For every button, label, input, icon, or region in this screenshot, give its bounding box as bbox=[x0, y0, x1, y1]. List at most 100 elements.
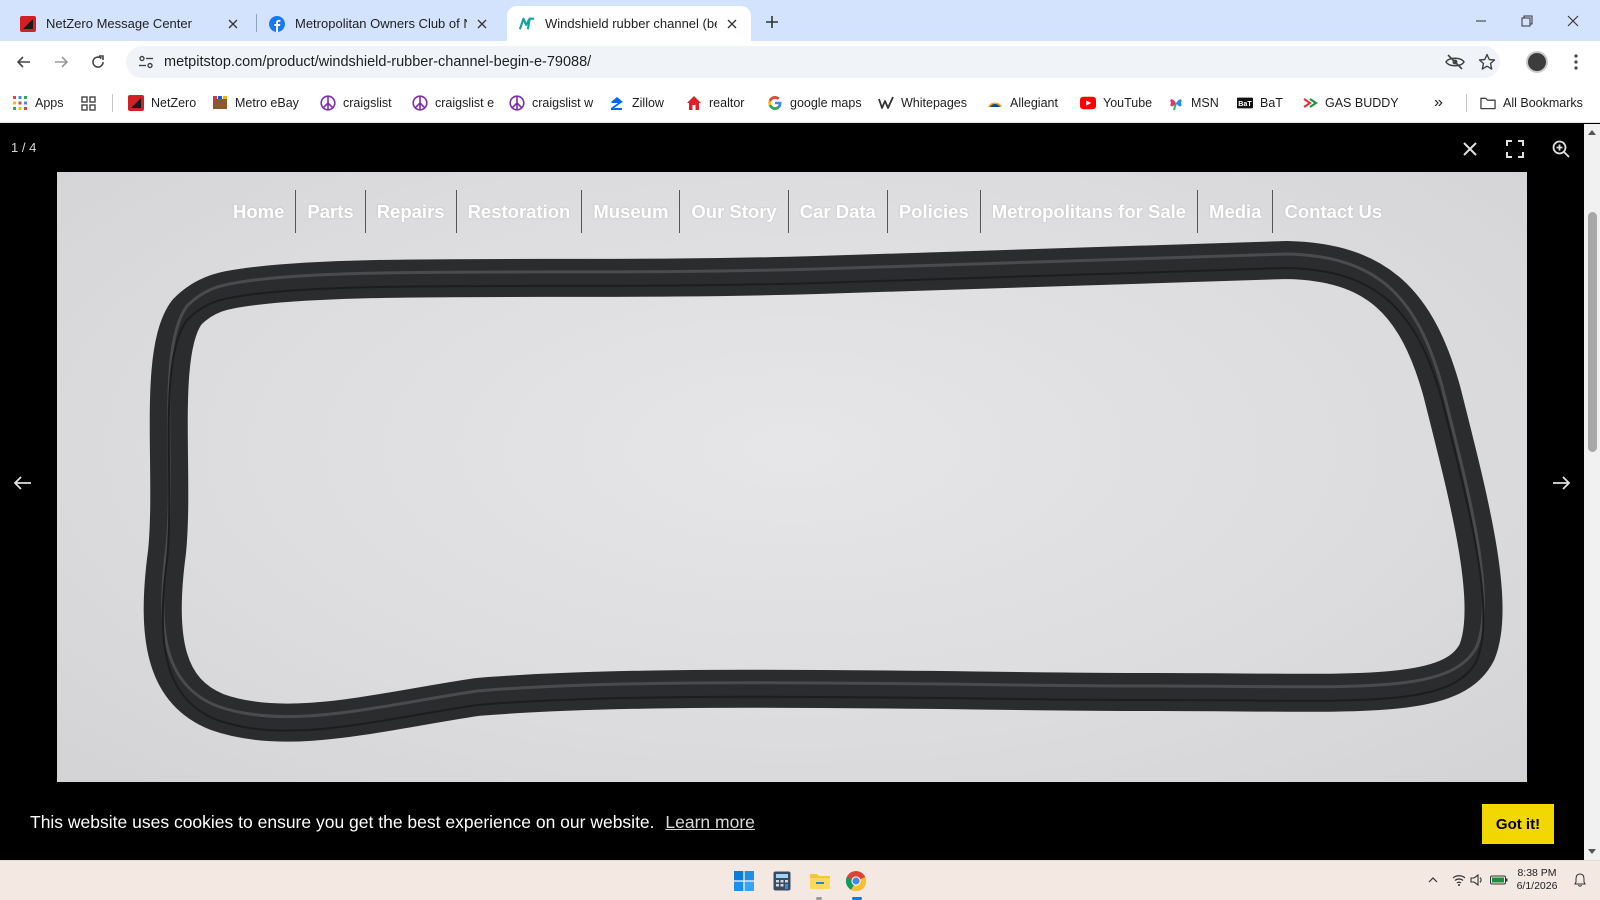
bookmark-zillow[interactable]: Zillow bbox=[609, 93, 664, 113]
bookmark-label: Apps bbox=[35, 96, 64, 110]
reload-button[interactable] bbox=[84, 48, 112, 76]
bookmark-gas-buddy[interactable]: GAS BUDDY bbox=[1302, 93, 1399, 113]
file-explorer-icon[interactable] bbox=[805, 866, 835, 896]
new-tab-button[interactable] bbox=[760, 10, 784, 34]
calculator-icon[interactable] bbox=[767, 866, 797, 896]
lightbox-close-button[interactable] bbox=[1455, 134, 1485, 164]
eye-slash-icon[interactable] bbox=[1444, 51, 1466, 73]
fullscreen-button[interactable] bbox=[1500, 134, 1530, 164]
site-navigation: Home Parts Repairs Restoration Museum Ou… bbox=[222, 190, 1393, 233]
wifi-icon[interactable] bbox=[1450, 871, 1468, 889]
bookmark-metro-ebay[interactable]: Metro eBay bbox=[212, 93, 299, 113]
page-scrollbar[interactable] bbox=[1584, 124, 1600, 860]
apps-grid-icon bbox=[12, 95, 28, 111]
bookmark-realtor[interactable]: realtor bbox=[686, 93, 744, 113]
msn-icon bbox=[1168, 95, 1184, 111]
bookmark-label: craigslist w bbox=[532, 96, 594, 110]
minimize-button[interactable] bbox=[1458, 0, 1504, 41]
more-bookmarks-chevron-icon[interactable]: » bbox=[1434, 93, 1443, 113]
notification-bell-icon[interactable] bbox=[1571, 871, 1589, 889]
image-lightbox: 1 / 4 Home Parts Repairs Restoration Mus… bbox=[0, 124, 1584, 860]
fullscreen-icon bbox=[1506, 140, 1524, 158]
chrome-icon[interactable] bbox=[841, 866, 871, 896]
bookmark-label: Metro eBay bbox=[235, 96, 299, 110]
windows-taskbar: 8:38 PM 6/1/2026 bbox=[0, 860, 1600, 900]
back-button[interactable] bbox=[10, 48, 38, 76]
cookie-message: This website uses cookies to ensure you … bbox=[30, 812, 755, 833]
cookie-message-text: This website uses cookies to ensure you … bbox=[30, 812, 655, 832]
site-info-icon[interactable] bbox=[134, 50, 158, 74]
bookmark-google-maps[interactable]: google maps bbox=[767, 93, 862, 113]
bookmark-star-icon[interactable] bbox=[1476, 51, 1498, 73]
bookmarks-divider bbox=[1466, 94, 1467, 112]
windshield-gasket-image bbox=[143, 241, 1503, 742]
bookmark-label: Zillow bbox=[632, 96, 664, 110]
nav-restoration[interactable]: Restoration bbox=[455, 190, 582, 233]
bookmark-bat[interactable]: BaT BaT bbox=[1237, 93, 1283, 113]
nav-home[interactable]: Home bbox=[222, 190, 295, 233]
tab-netzero[interactable]: NetZero Message Center bbox=[8, 6, 252, 41]
bookmark-craigslist-w[interactable]: craigslist w bbox=[509, 93, 593, 113]
back-arrow-icon bbox=[16, 56, 30, 68]
scroll-up-icon[interactable] bbox=[1584, 124, 1600, 140]
bookmark-whitepages[interactable]: Whitepages bbox=[878, 93, 967, 113]
allegiant-icon bbox=[987, 95, 1003, 111]
nav-car-data[interactable]: Car Data bbox=[787, 190, 887, 233]
bookmark-msn[interactable]: MSN bbox=[1168, 93, 1219, 113]
bookmark-label: BaT bbox=[1260, 96, 1283, 110]
tab-metpitstop-active[interactable]: Windshield rubber channel (beg bbox=[507, 6, 751, 41]
nav-our-story[interactable]: Our Story bbox=[679, 190, 787, 233]
bookmark-netzero[interactable]: NetZero bbox=[128, 93, 196, 113]
start-icon[interactable] bbox=[729, 866, 759, 896]
arrow-right-icon bbox=[1553, 476, 1570, 490]
close-tab-icon[interactable] bbox=[224, 15, 242, 33]
bookmark-youtube[interactable]: YouTube bbox=[1080, 93, 1152, 113]
close-icon bbox=[1463, 142, 1477, 156]
youtube-icon bbox=[1080, 95, 1096, 111]
profile-avatar[interactable] bbox=[1526, 51, 1548, 73]
bookmark-label: All Bookmarks bbox=[1503, 96, 1583, 110]
bookmark-apps[interactable]: Apps bbox=[12, 93, 64, 113]
bookmark-label: craigslist bbox=[343, 96, 392, 110]
tab-groups-button[interactable] bbox=[80, 93, 103, 113]
scroll-down-icon[interactable] bbox=[1584, 844, 1600, 860]
tab-groups-icon bbox=[80, 95, 96, 111]
close-tab-icon[interactable] bbox=[723, 15, 741, 33]
tab-facebook[interactable]: Metropolitan Owners Club of N bbox=[257, 6, 501, 41]
restore-button[interactable] bbox=[1504, 0, 1550, 41]
system-clock[interactable]: 8:38 PM 6/1/2026 bbox=[1502, 867, 1572, 893]
nav-museum[interactable]: Museum bbox=[581, 190, 679, 233]
bookmark-label: YouTube bbox=[1103, 96, 1153, 110]
nav-repairs[interactable]: Repairs bbox=[364, 190, 456, 233]
zoom-in-icon bbox=[1552, 140, 1570, 158]
cookie-accept-button[interactable]: Got it! bbox=[1482, 804, 1554, 844]
zoom-button[interactable] bbox=[1546, 134, 1576, 164]
next-image-button[interactable] bbox=[1546, 468, 1576, 498]
zillow-icon bbox=[609, 95, 625, 111]
peace-icon bbox=[320, 95, 336, 111]
reload-icon bbox=[92, 55, 104, 68]
chevron-up-icon[interactable] bbox=[1424, 871, 1442, 889]
nav-parts[interactable]: Parts bbox=[295, 190, 364, 233]
close-tab-icon[interactable] bbox=[473, 15, 491, 33]
address-bar[interactable]: metpitstop.com/product/windshield-rubber… bbox=[126, 46, 1500, 78]
scrollbar-thumb[interactable] bbox=[1588, 212, 1597, 452]
previous-image-button[interactable] bbox=[8, 468, 38, 498]
nav-metropolitans-for-sale[interactable]: Metropolitans for Sale bbox=[979, 190, 1197, 233]
forward-button[interactable] bbox=[47, 48, 75, 76]
whitepages-icon bbox=[878, 95, 894, 111]
cookie-learn-more-link[interactable]: Learn more bbox=[665, 812, 755, 832]
bookmark-allegiant[interactable]: Allegiant bbox=[987, 93, 1058, 113]
menu-kebab-icon[interactable] bbox=[1566, 51, 1586, 73]
forward-arrow-icon bbox=[55, 56, 69, 68]
nav-media[interactable]: Media bbox=[1197, 190, 1272, 233]
nav-contact-us[interactable]: Contact Us bbox=[1272, 190, 1393, 233]
volume-icon[interactable] bbox=[1468, 871, 1486, 889]
peace-icon bbox=[509, 95, 525, 111]
bookmark-craigslist-e[interactable]: craigslist e bbox=[412, 93, 494, 113]
bookmark-label: GAS BUDDY bbox=[1325, 96, 1399, 110]
nav-policies[interactable]: Policies bbox=[886, 190, 980, 233]
all-bookmarks-button[interactable]: All Bookmarks bbox=[1480, 93, 1583, 113]
close-window-button[interactable] bbox=[1550, 0, 1596, 41]
bookmark-craigslist[interactable]: craigslist bbox=[320, 93, 392, 113]
